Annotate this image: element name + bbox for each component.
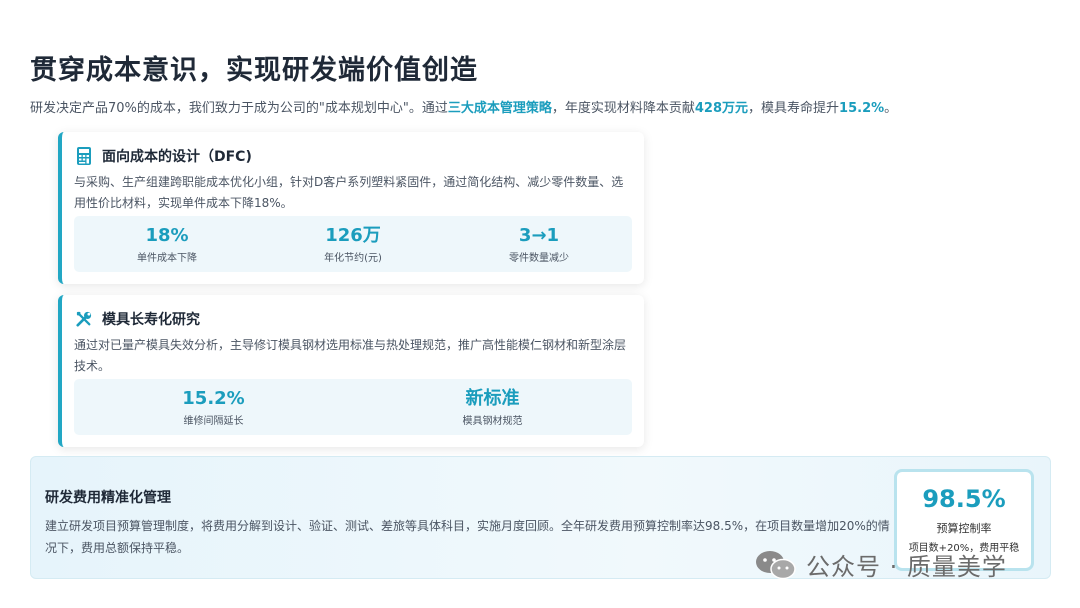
stat-label: 维修间隔延长 [183,416,244,427]
stat-value: 3→1 [518,225,560,246]
stat-value: 126万 [325,225,381,246]
tools-icon [76,311,92,327]
stat-label: 零件数量减少 [509,253,569,264]
subtitle-text-4: 。 [884,101,898,116]
stat-label: 年化节约(元) [324,253,382,264]
wechat-icon [756,550,796,579]
stat-item: 新标准 模具钢材规范 [353,379,632,435]
watermark-text: 公众号 · 质量美学 [806,553,1007,581]
page-subtitle: 研发决定产品70%的成本，我们致力于成为公司的"成本规划中心"。通过三大成本管理… [30,97,1040,116]
kpi-value: 98.5% [922,485,1006,513]
subtitle-highlight-strategies: 三大成本管理策略 [447,101,552,116]
stat-value: 15.2% [182,388,245,409]
dfc-card-header: 面向成本的设计（DFC) [76,146,252,166]
subtitle-text-3: ，模具寿命提升 [748,101,840,116]
stat-label: 模具钢材规范 [462,416,523,427]
mold-life-card: 模具长寿化研究 通过对已量产模具失效分析，主导修订模具钢材选用标准与热处理规范，… [58,295,644,447]
stat-item: 18% 单件成本下降 [74,216,260,272]
subtitle-highlight-savings: 428万元 [694,101,749,116]
dfc-card-description: 与采购、生产组建跨职能成本优化小组，针对D客户系列塑料紧固件，通过简化结构、减少… [74,175,624,210]
dfc-card: 面向成本的设计（DFC) 与采购、生产组建跨职能成本优化小组，针对D客户系列塑料… [58,132,644,284]
dfc-card-title: 面向成本的设计（DFC) [102,149,252,165]
calculator-icon [77,147,91,165]
mold-life-card-title: 模具长寿化研究 [102,312,200,328]
watermark: 公众号 · 质量美学 [754,547,1007,582]
mold-life-stats: 15.2% 维修间隔延长 新标准 模具钢材规范 [74,379,632,435]
stat-item: 15.2% 维修间隔延长 [74,379,353,435]
stat-label: 单件成本下降 [137,253,197,264]
subtitle-highlight-mold-life: 15.2% [839,101,885,116]
subtitle-text-2: ，年度实现材料降本贡献 [551,101,695,116]
mold-life-card-header: 模具长寿化研究 [76,309,200,329]
stat-value: 18% [145,225,189,246]
page-title: 贯穿成本意识，实现研发端价值创造 [30,55,478,86]
stat-item: 126万 年化节约(元) [260,216,446,272]
stat-value: 新标准 [465,388,520,409]
dfc-stats: 18% 单件成本下降 126万 年化节约(元) 3→1 零件数量减少 [74,216,632,272]
rd-cost-panel-title: 研发费用精准化管理 [45,490,171,506]
mold-life-card-description: 通过对已量产模具失效分析，主导修订模具钢材选用标准与热处理规范，推广高性能模仁钢… [74,338,627,373]
subtitle-text-1: 研发决定产品70%的成本，我们致力于成为公司的"成本规划中心"。通过 [30,101,448,116]
stat-item: 3→1 零件数量减少 [446,216,632,272]
kpi-label: 预算控制率 [936,522,992,535]
